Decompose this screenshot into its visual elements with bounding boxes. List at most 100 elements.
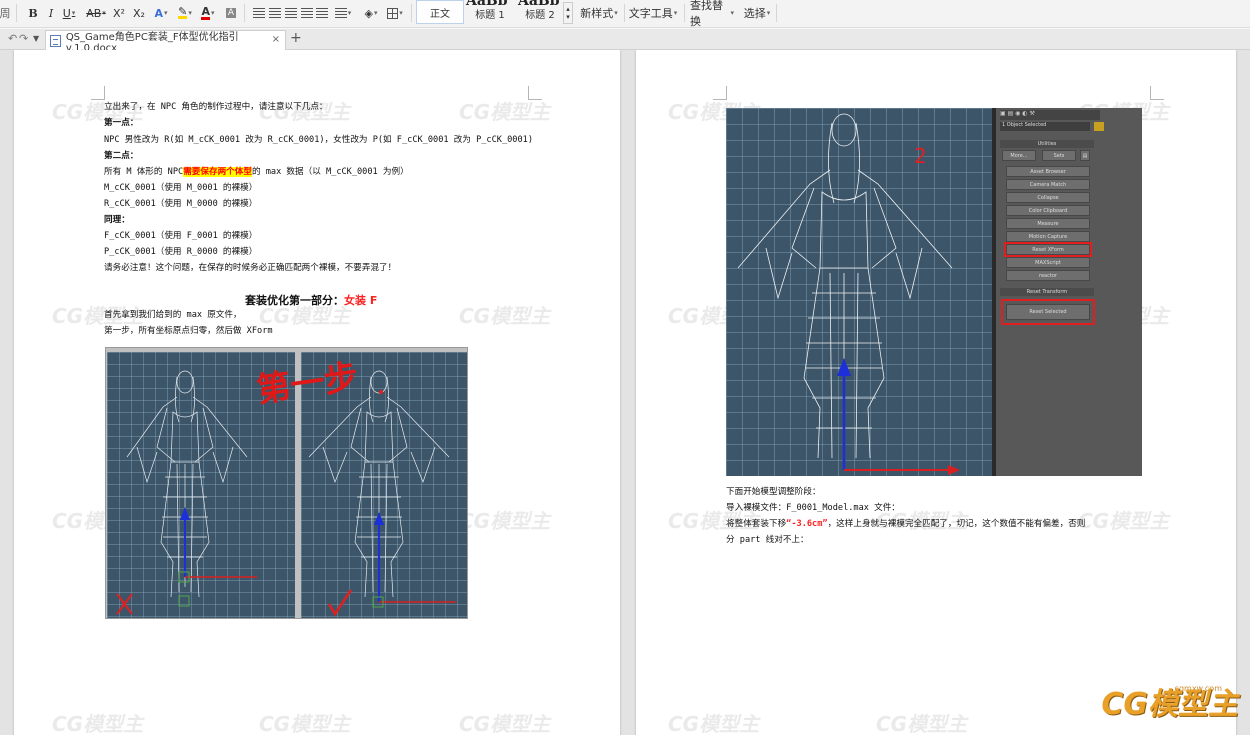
configure-icon[interactable]: ▤ [1080, 150, 1090, 161]
sets-button[interactable]: Sets [1042, 150, 1076, 161]
color-swatch[interactable] [1094, 122, 1104, 131]
crop-mark [91, 86, 105, 100]
watermark: CG模型主 [259, 712, 351, 735]
page-right[interactable]: CG模型主 CG模型主 CG模型主 CG模型主 CG模型主 CG模型主 CG模型… [636, 50, 1236, 735]
underline-button[interactable]: U ▾ [60, 4, 78, 22]
shading-icon[interactable]: ◈ ▾ [360, 4, 382, 22]
crop-mark [528, 86, 542, 100]
paragraph: 首先拿到我们给到的 max 原文件， [104, 310, 242, 320]
style-heading1[interactable]: 标题 1 [466, 0, 514, 24]
watermark: CG模型主 [459, 304, 551, 328]
utility-button[interactable]: Camera Match [1006, 179, 1090, 190]
text-tools-button[interactable]: 文字工具 ▾ [628, 4, 678, 22]
crop-mark [1150, 86, 1164, 100]
selection-field[interactable]: 1 Object Selected [1000, 122, 1090, 131]
word-document-icon [50, 34, 61, 47]
highlighted-text: 需要保存两个体型 [183, 167, 252, 177]
ribbon-toolbar: 周 B I U ▾ AB ▾ X² X₂ A ▾ ✎ ▾ A ▾ A ▾ ◈ ▾ ▾ 正文 … [0, 0, 1250, 28]
ribbon-separator [624, 4, 625, 22]
reset-xform-button[interactable]: Reset XForm [1004, 242, 1092, 257]
reset-transform-header[interactable]: Reset Transform [1000, 288, 1094, 296]
quick-menu-icon[interactable]: ▼ [33, 34, 39, 43]
italic-button[interactable]: I [42, 4, 60, 22]
paragraph: 第一步，所有坐标原点归零，然后做 XForm [104, 326, 273, 336]
paragraph: 所有 M 体形的 NPC需要保存两个体型的 max 数据（以 M_cCK_000… [104, 166, 409, 178]
subscript-button[interactable]: X₂ [130, 4, 148, 22]
utility-button[interactable]: MAXScript [1006, 257, 1090, 268]
paragraph: 请务必注意！这个问题，在保存的时候务必正确匹配两个裸模，不要弄混了！ [104, 263, 397, 273]
wireframe-figure [737, 113, 960, 475]
watermark: CG模型主 [1078, 509, 1170, 533]
redo-icon[interactable]: ↷ [19, 32, 28, 45]
ribbon-separator [776, 4, 777, 22]
more-button[interactable]: More... [1002, 150, 1036, 161]
page-left[interactable]: CG模型主 CG模型主 CG模型主 CG模型主 CG模型主 CG模型主 CG模型… [14, 50, 620, 735]
utility-button[interactable]: Color Clipboard [1006, 205, 1090, 216]
crop-mark [713, 86, 727, 100]
same-label: 同理： [104, 215, 130, 225]
paragraph: R_cCK_0001（使用 M_0000 的裸模） [104, 199, 258, 209]
utilities-panel: ▣ ▤ ◉ ◐ ⚒ 1 Object Selected Utilities Mo… [996, 108, 1142, 476]
ribbon-separator [244, 4, 245, 22]
paragraph: NPC 男性改为 R(如 M_cCK_0001 改为 R_cCK_0001)，女… [104, 135, 533, 145]
document-workspace[interactable]: CG模型主 CG模型主 CG模型主 CG模型主 CG模型主 CG模型主 CG模型… [0, 50, 1250, 735]
superscript-button[interactable]: X² [110, 4, 128, 22]
utility-button[interactable]: Asset Browser [1006, 166, 1090, 177]
text-run: 将整体套装下移 [726, 519, 787, 529]
text-run: 的 max 数据（以 M_cCK_0001 为例） [251, 167, 409, 177]
utility-button[interactable]: Motion Capture [1006, 231, 1090, 242]
ribbon-left-fragment: 周 [0, 7, 11, 20]
paragraph: P_cCK_0001（使用 R_0000 的裸模） [104, 247, 258, 257]
undo-icon[interactable]: ↶ [8, 32, 17, 45]
heading-text: 套装优化第一部分： [245, 294, 344, 307]
watermark: CG模型主 [52, 712, 144, 735]
new-style-button[interactable]: 新样式 ▾ [578, 4, 620, 22]
max-screenshot: 2 ▣ ▤ ◉ ◐ ⚒ 1 Object Selected Utilities … [726, 108, 1142, 476]
max-viewport: 2 [726, 108, 992, 476]
command-panel-tabs[interactable]: ▣ ▤ ◉ ◐ ⚒ [1000, 110, 1100, 120]
paragraph: M_cCK_0001（使用 M_0001 的裸模） [104, 183, 258, 193]
bold-button[interactable]: B [24, 4, 42, 22]
ribbon-separator [411, 4, 412, 22]
reset-selected-button[interactable]: Reset Selected [1001, 299, 1095, 325]
new-tab-icon[interactable]: + [290, 30, 302, 46]
comparison-screenshot: 第一步 [105, 347, 468, 619]
utility-button[interactable]: Measure [1006, 218, 1090, 229]
paragraph: 立出来了，在 NPC 角色的制作过程中，请注意以下几点： [104, 102, 328, 112]
border-icon[interactable]: ▾ [384, 4, 406, 22]
utility-button[interactable]: Collapse [1006, 192, 1090, 203]
watermark: CG模型主 [459, 712, 551, 735]
document-tab-bar: ↶ ↷ ▼ QS_Game角色PC套装_F体型优化指引v.1.0.docx × … [0, 29, 1250, 54]
heading-highlight: 女装 F [344, 294, 378, 307]
watermark: CG模型主 [668, 712, 760, 735]
find-replace-button[interactable]: 查找替换 ▾ [690, 0, 734, 28]
paragraph: F_cCK_0001（使用 F_0001 的裸模） [104, 231, 258, 241]
select-button[interactable]: 选择 ▾ [742, 4, 772, 22]
ribbon-separator [684, 4, 685, 22]
utilities-header[interactable]: Utilities [1000, 140, 1094, 148]
paragraph: 将整体套装下移“-3.6cm”，这样上身就与裸模完全匹配了，切记，这个数值不能有… [726, 518, 1085, 530]
number-annotation: 2 [914, 144, 927, 168]
document-tab[interactable]: QS_Game角色PC套装_F体型优化指引v.1.0.docx × [45, 30, 286, 54]
style-normal[interactable]: 正文 [416, 0, 464, 24]
highlight-color-icon[interactable]: ✎ ▾ [174, 4, 196, 22]
watermark: CG模型主 [459, 100, 551, 124]
ribbon-separator [16, 4, 17, 22]
character-shading-icon[interactable]: A [224, 4, 238, 22]
line-spacing-icon[interactable]: ▾ [332, 4, 354, 22]
text-run: 所有 M 体形的 NPC [104, 167, 184, 177]
text-run: ，这样上身就与裸模完全匹配了，切记，这个数值不能有偏差，否则 [827, 519, 1086, 529]
point-one-label: 第一点： [104, 118, 139, 128]
watermark: CG模型主 [876, 712, 968, 735]
font-color-icon[interactable]: A ▾ [198, 4, 218, 22]
close-tab-icon[interactable]: × [272, 34, 280, 45]
paragraph: 导入裸模文件：F_0001_Model.max 文件： [726, 503, 900, 513]
strikethrough-button[interactable]: AB ▾ [84, 4, 108, 22]
paragraph: 下面开始模型调整阶段： [726, 487, 821, 497]
paragraph: 分 part 线对不上： [726, 535, 809, 545]
text-effect-icon[interactable]: A ▾ [152, 4, 170, 22]
style-heading2[interactable]: 标题 2 [516, 0, 564, 24]
style-gallery-scroll[interactable]: ▴ ▾ [563, 2, 573, 24]
distribute-icon[interactable] [313, 4, 331, 22]
utility-button[interactable]: reactor [1006, 270, 1090, 281]
